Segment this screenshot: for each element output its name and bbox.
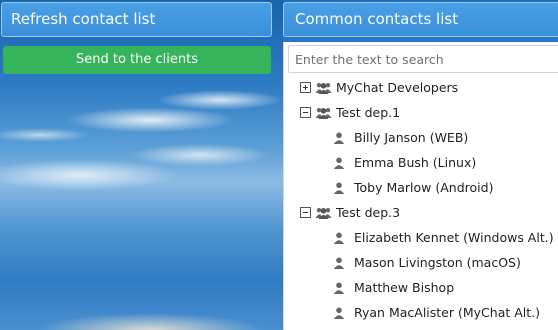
- user-icon: [333, 132, 345, 144]
- tree-group-test-dep-1[interactable]: Test dep.1: [300, 100, 400, 125]
- send-to-clients-button[interactable]: Send to the clients: [3, 46, 271, 74]
- search-input[interactable]: [288, 45, 558, 73]
- tree-contact-item[interactable]: Ryan MacAlister (MyChat Alt.): [333, 300, 540, 325]
- group-icon: [315, 82, 332, 94]
- user-icon: [333, 157, 345, 169]
- common-contacts-list-header: Common contacts list: [283, 2, 558, 37]
- tree-group-label: Test dep.3: [336, 205, 401, 220]
- collapse-toggle-icon[interactable]: [300, 207, 311, 218]
- tree-group-label: MyChat Developers: [336, 80, 459, 95]
- refresh-contact-list-button[interactable]: Refresh contact list: [1, 2, 272, 37]
- contact-label: Ryan MacAlister (MyChat Alt.): [354, 305, 541, 320]
- contact-label: Emma Bush (Linux): [354, 155, 477, 170]
- contact-label: Elizabeth Kennet (Windows Alt.): [354, 230, 554, 245]
- tree-contact-item[interactable]: Emma Bush (Linux): [333, 150, 476, 175]
- contacts-panel: MyChat Developers Test dep.1 Billy Janso…: [283, 42, 558, 330]
- collapse-toggle-icon[interactable]: [300, 107, 311, 118]
- group-icon: [315, 107, 332, 119]
- user-icon: [333, 257, 345, 269]
- user-icon: [333, 282, 345, 294]
- tree-contact-item[interactable]: Toby Marlow (Android): [333, 175, 493, 200]
- user-icon: [333, 232, 345, 244]
- group-icon: [315, 207, 332, 219]
- user-icon: [333, 307, 345, 319]
- tree-group-test-dep-3[interactable]: Test dep.3: [300, 200, 400, 225]
- tree-group-mychat-developers[interactable]: MyChat Developers: [300, 75, 458, 100]
- contact-label: Toby Marlow (Android): [354, 180, 494, 195]
- tree-contact-item[interactable]: Billy Janson (WEB): [333, 125, 468, 150]
- tree-contact-item[interactable]: Matthew Bishop: [333, 275, 454, 300]
- tree-group-label: Test dep.1: [336, 105, 401, 120]
- expand-toggle-icon[interactable]: [300, 82, 311, 93]
- user-icon: [333, 182, 345, 194]
- contact-label: Matthew Bishop: [354, 280, 455, 295]
- contact-label: Billy Janson (WEB): [354, 130, 469, 145]
- tree-contact-item[interactable]: Mason Livingston (macOS): [333, 250, 521, 275]
- contact-label: Mason Livingston (macOS): [354, 255, 521, 270]
- tree-contact-item[interactable]: Elizabeth Kennet (Windows Alt.): [333, 225, 554, 250]
